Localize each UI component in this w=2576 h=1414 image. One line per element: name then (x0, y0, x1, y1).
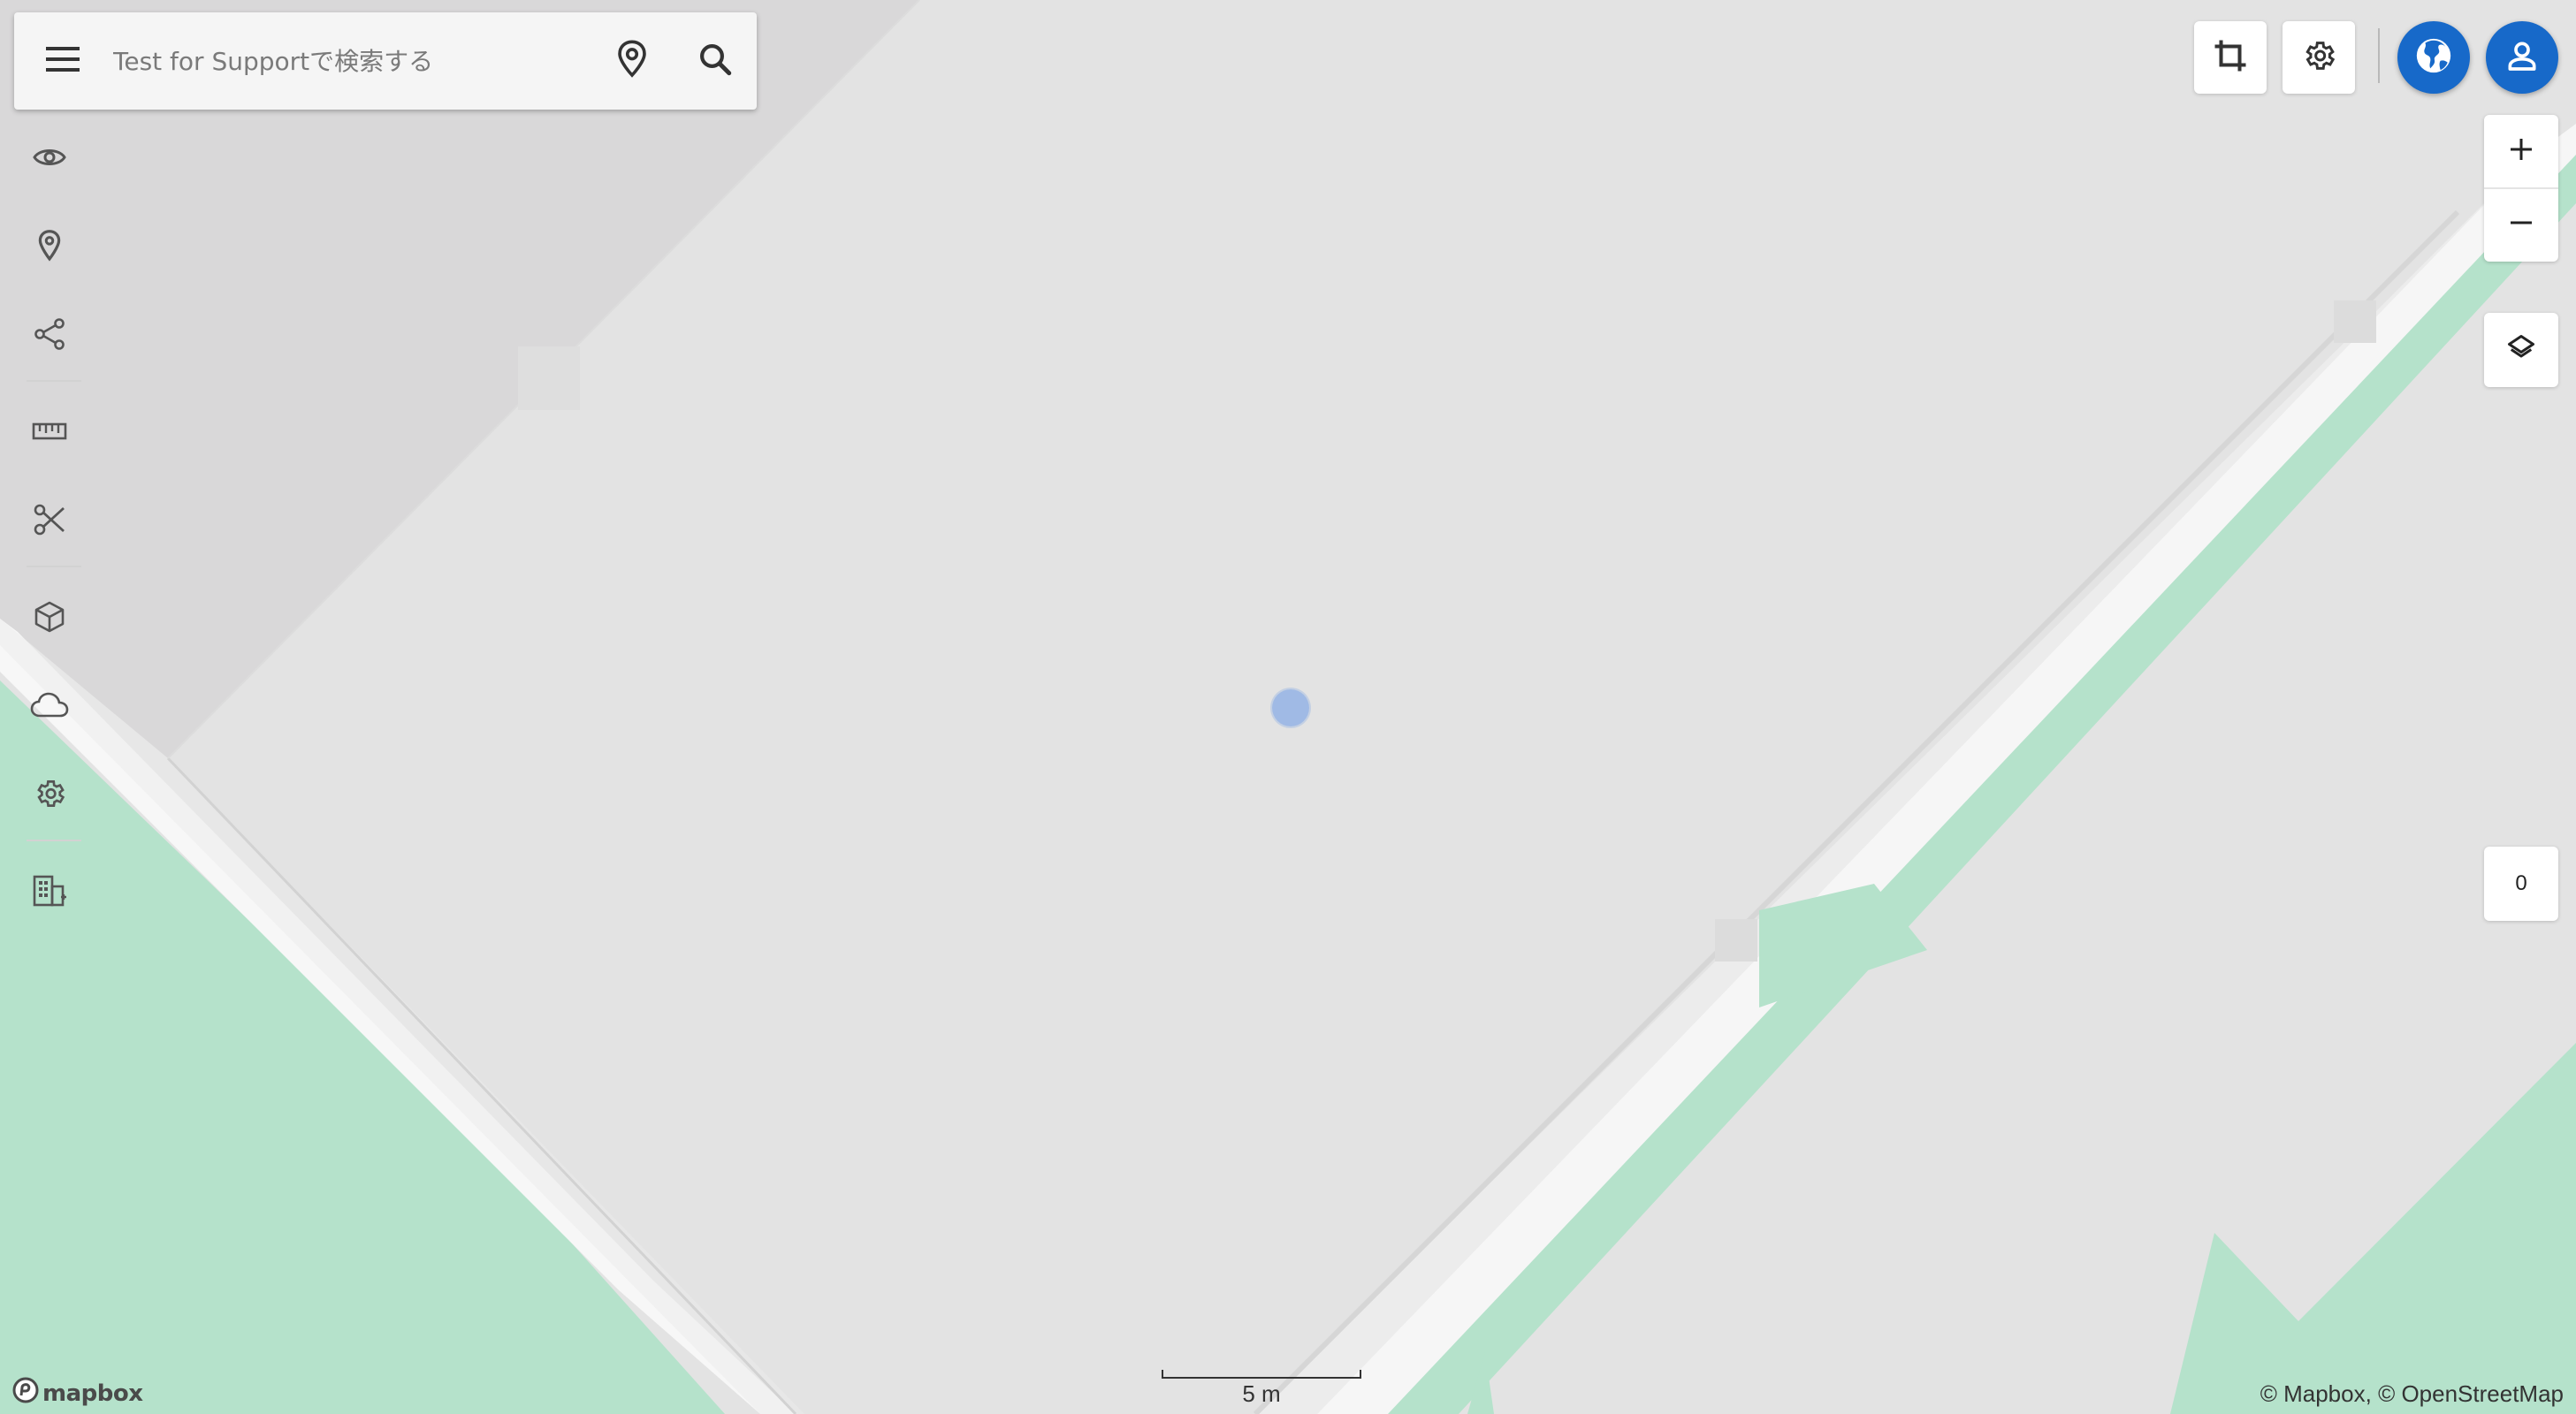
globe-button[interactable] (2397, 21, 2470, 94)
zoom-control (2484, 115, 2558, 262)
measure-tool[interactable] (14, 398, 85, 468)
user-button[interactable] (2486, 21, 2558, 94)
scale-label: 5 m (1242, 1380, 1281, 1407)
osm-attribution-link[interactable]: © OpenStreetMap (2378, 1380, 2564, 1407)
buildings-tool[interactable] (14, 857, 85, 928)
ruler-icon (32, 421, 67, 446)
search-bar (14, 12, 757, 110)
crop-button[interactable] (2194, 21, 2267, 94)
gear-icon (33, 777, 66, 815)
toolbar-divider (27, 840, 81, 841)
location-pin-icon (614, 39, 650, 84)
building-icon (32, 874, 67, 912)
map-attribution: © Mapbox, © OpenStreetMap (2260, 1380, 2564, 1408)
location-pin-icon (36, 229, 63, 267)
eye-icon (33, 146, 66, 173)
search-button[interactable] (674, 12, 757, 110)
search-input[interactable] (111, 16, 591, 106)
cloud-icon (30, 692, 69, 723)
scale-bar (1162, 1370, 1361, 1379)
zoom-in-button[interactable] (2484, 115, 2558, 188)
visibility-tool[interactable] (14, 124, 85, 194)
cut-tool[interactable] (14, 486, 85, 557)
menu-button[interactable] (14, 12, 111, 110)
settings-button[interactable] (2283, 21, 2355, 94)
mapbox-logo-icon (12, 1377, 39, 1410)
mapbox-logo-text: mapbox (42, 1380, 143, 1407)
mapbox-attribution-link[interactable]: © Mapbox, (2260, 1380, 2372, 1407)
compass-bearing-button[interactable]: 0 (2484, 847, 2558, 921)
zoom-out-button[interactable] (2484, 188, 2558, 262)
location-search-button[interactable] (591, 12, 674, 110)
plus-icon (2508, 136, 2534, 167)
user-location-dot[interactable] (1272, 689, 1309, 726)
toolbar-separator (2378, 28, 2380, 83)
pin-tool[interactable] (14, 212, 85, 283)
toolbar-divider (27, 380, 81, 382)
scissors-icon (33, 503, 66, 541)
toolbar-divider (27, 566, 81, 567)
layers-icon (2505, 332, 2537, 369)
hamburger-menu-icon (44, 44, 81, 79)
bearing-value: 0 (2515, 871, 2527, 895)
mapbox-logo[interactable]: mapbox (12, 1377, 143, 1410)
weather-tool[interactable] (14, 672, 85, 742)
share-tool[interactable] (14, 300, 85, 371)
user-icon (2504, 38, 2540, 78)
share-icon (33, 317, 66, 355)
layers-button[interactable] (2484, 313, 2558, 387)
globe-icon (2413, 35, 2454, 80)
settings-tool[interactable] (14, 760, 85, 831)
3d-tool[interactable] (14, 583, 85, 654)
gear-icon (2301, 38, 2336, 78)
minus-icon (2508, 209, 2534, 240)
cube-icon (34, 600, 65, 638)
magnifier-icon (697, 41, 734, 82)
crop-icon (2212, 37, 2249, 79)
